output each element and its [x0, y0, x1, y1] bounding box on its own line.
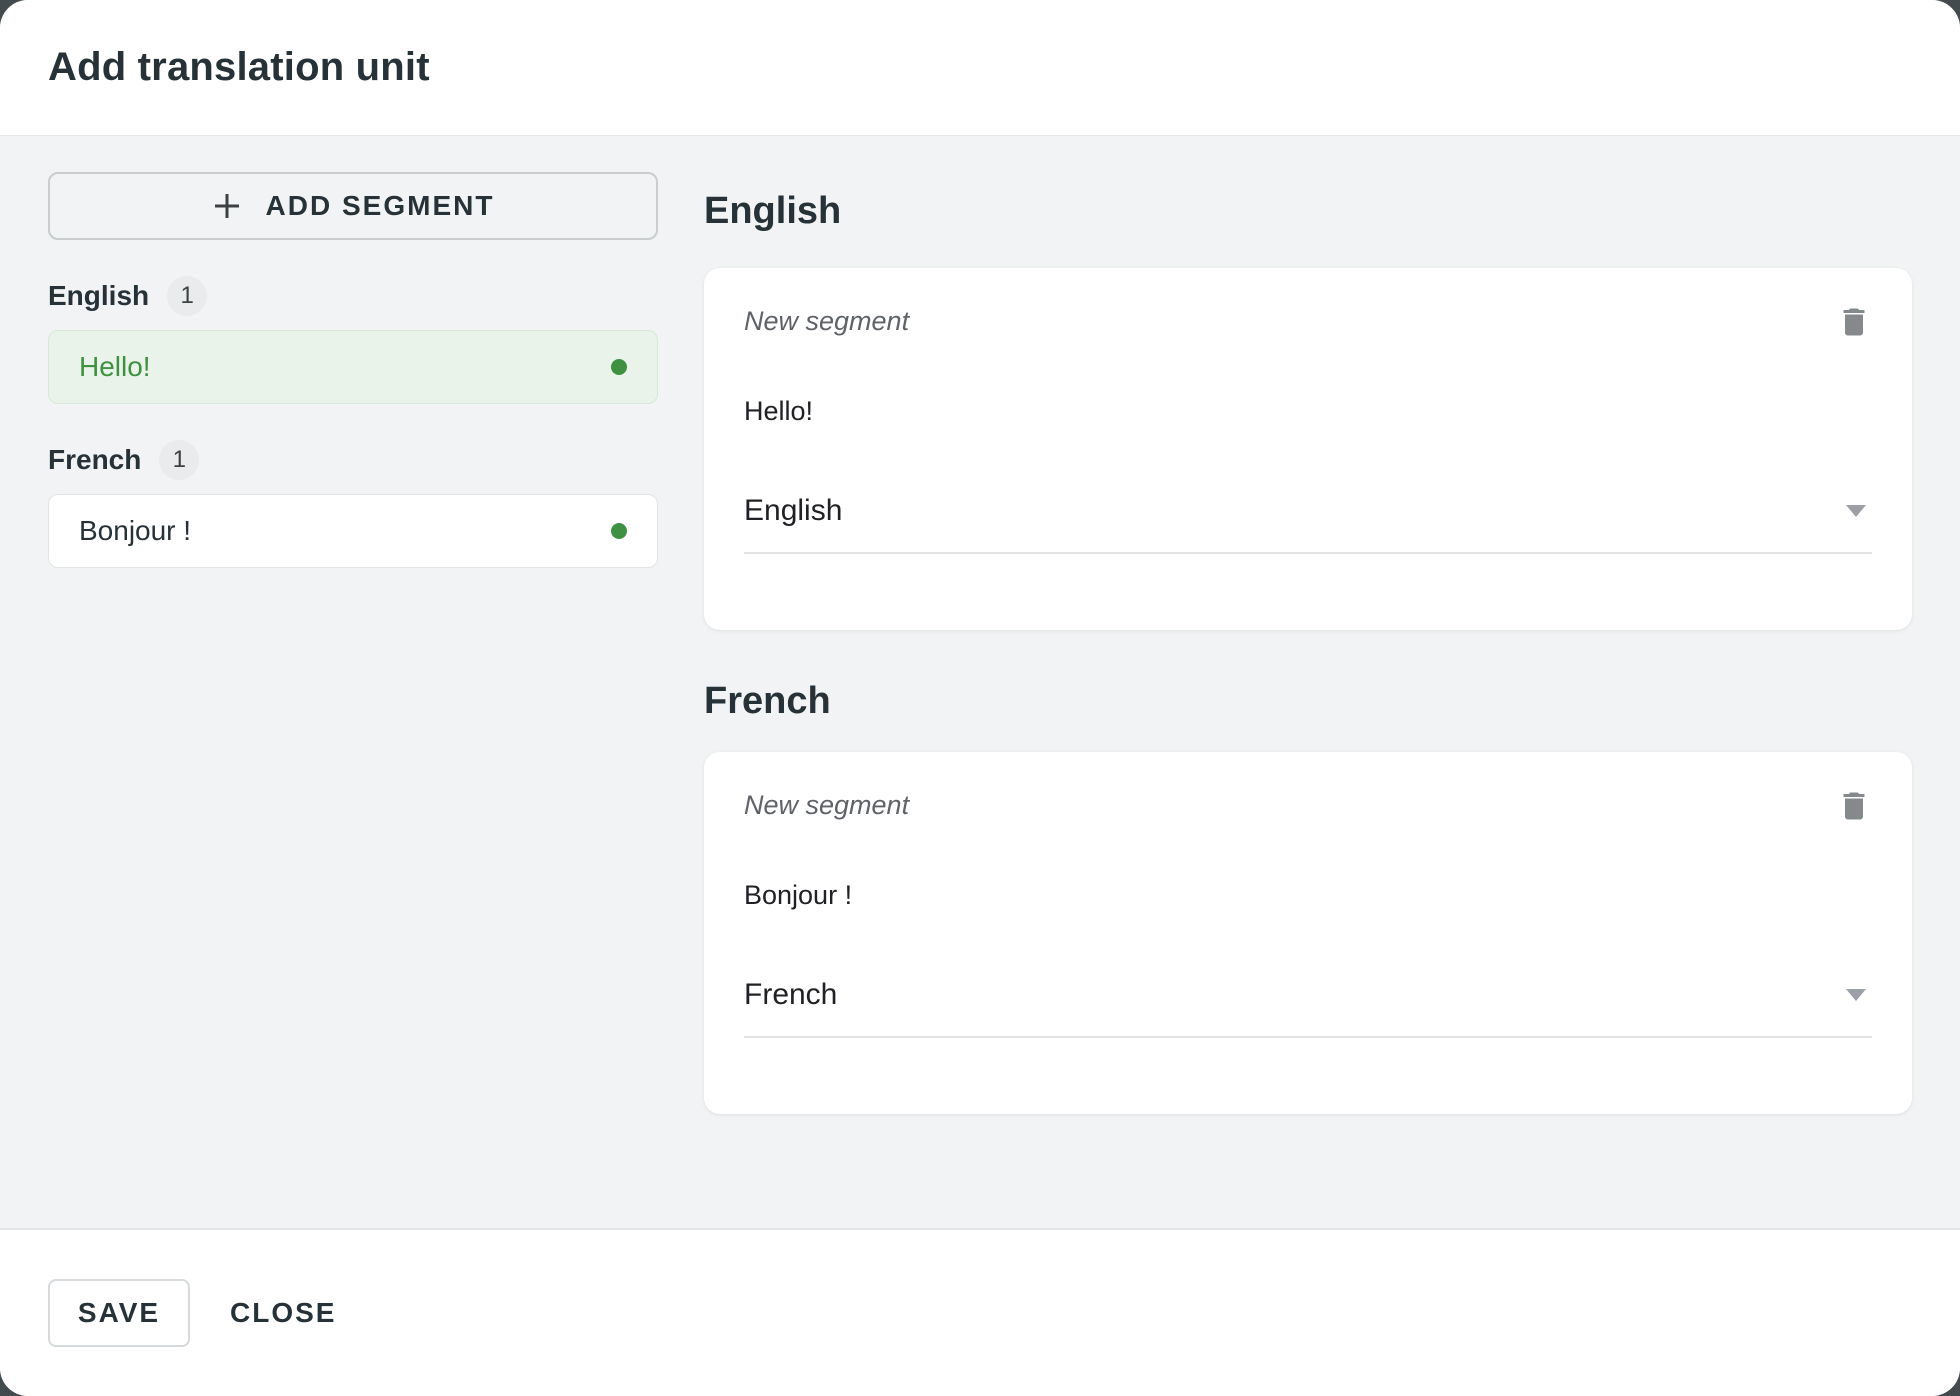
dialog-footer: SAVE CLOSE [0, 1228, 1960, 1396]
trash-icon [1836, 788, 1872, 824]
language-select[interactable]: English [744, 494, 1872, 554]
dialog-header: Add translation unit [0, 0, 1960, 136]
caret-down-icon [1846, 989, 1866, 1001]
delete-segment-button[interactable] [1832, 784, 1876, 828]
segment-chip-english[interactable]: Hello! [48, 330, 658, 404]
segment-chip-french[interactable]: Bonjour ! [48, 494, 658, 568]
segment-editor-panel: English New segment Hello! English [704, 172, 1912, 1114]
segment-count-badge: 1 [167, 276, 207, 316]
section-heading: French [704, 678, 1912, 724]
dialog-body: ADD SEGMENT English 1 Hello! French 1 Bo… [0, 136, 1960, 1228]
segments-panel: ADD SEGMENT English 1 Hello! French 1 Bo… [48, 172, 658, 568]
caret-down-icon [1846, 505, 1866, 517]
card-header-row: New segment [744, 786, 1872, 828]
editor-section-english: English New segment Hello! English [704, 188, 1912, 630]
close-button[interactable]: CLOSE [222, 1287, 344, 1339]
selected-language: English [744, 494, 842, 528]
add-translation-unit-dialog: Add translation unit ADD SEGMENT English… [0, 0, 1960, 1396]
add-segment-label: ADD SEGMENT [266, 190, 495, 222]
language-row-french: French 1 [48, 440, 658, 480]
segment-chip-text: Hello! [79, 351, 611, 383]
delete-segment-button[interactable] [1832, 300, 1876, 344]
selected-language: French [744, 978, 837, 1012]
add-segment-button[interactable]: ADD SEGMENT [48, 172, 658, 240]
segment-text-field[interactable]: Bonjour ! [744, 880, 1872, 916]
section-heading: English [704, 188, 1912, 234]
plus-icon [212, 191, 242, 221]
segment-card: New segment Bonjour ! French [704, 752, 1912, 1114]
segment-card: New segment Hello! English [704, 268, 1912, 630]
trash-icon [1836, 304, 1872, 340]
segment-text-field[interactable]: Hello! [744, 396, 1872, 432]
save-button[interactable]: SAVE [48, 1279, 190, 1347]
card-header-row: New segment [744, 302, 1872, 344]
language-select[interactable]: French [744, 978, 1872, 1038]
new-segment-label: New segment [744, 786, 909, 821]
new-segment-label: New segment [744, 302, 909, 337]
green-dot-icon [611, 523, 627, 539]
language-row-english: English 1 [48, 276, 658, 316]
segment-chip-text: Bonjour ! [79, 515, 611, 547]
editor-section-french: French New segment Bonjour ! French [704, 678, 1912, 1114]
language-label: English [48, 280, 149, 312]
dialog-title: Add translation unit [48, 45, 430, 90]
green-dot-icon [611, 359, 627, 375]
segment-count-badge: 1 [159, 440, 199, 480]
language-label: French [48, 444, 141, 476]
